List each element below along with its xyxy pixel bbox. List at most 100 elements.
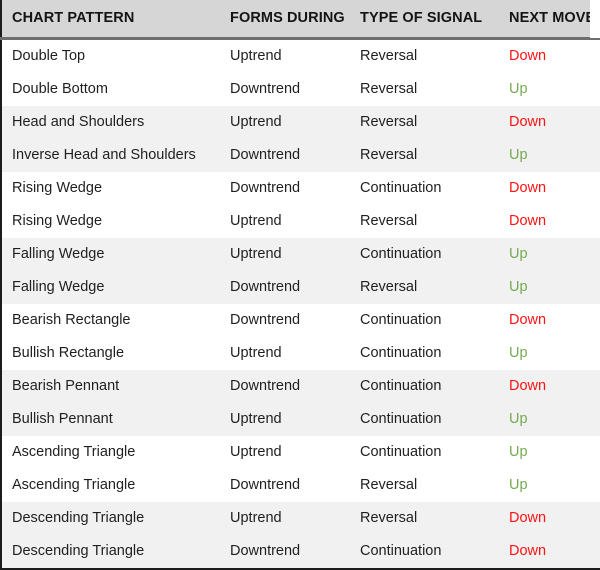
cell-type-of-signal: Reversal: [350, 38, 499, 73]
cell-chart-pattern-text: Rising Wedge: [12, 212, 103, 229]
table-row: Inverse Head and Shoulders Downtrend Rever…: [1, 138, 600, 172]
chart-pattern-table-container: CHART PATTERN FORMS DURING TYPE OF SIGNA…: [0, 0, 600, 570]
table-row: Descending Triangle Uptrend Reversal Down: [1, 501, 600, 535]
cell-chart-pattern: Double Bottom: [1, 73, 220, 106]
cell-type-of-signal-text: Reversal: [360, 146, 418, 163]
cell-type-of-signal: Continuation: [350, 535, 499, 569]
cell-type-of-signal: Reversal: [350, 271, 499, 304]
cell-chart-pattern: Double Top: [1, 38, 220, 73]
cell-next-move: Up: [499, 337, 600, 370]
cell-chart-pattern: Inverse Head and Shoulders: [1, 139, 220, 172]
next-move-up-label: Up: [509, 80, 528, 97]
cell-chart-pattern-text: Bullish Rectangle: [12, 344, 125, 361]
cell-type-of-signal: Reversal: [350, 139, 499, 172]
cell-forms-during: Uptrend: [220, 106, 350, 139]
table-row: Ascending Triangle Uptrend Continuation Up: [1, 435, 600, 469]
cell-forms-during-text: Downtrend: [230, 80, 301, 97]
cell-chart-pattern-text: Inverse Head and Shoulders: [12, 146, 196, 163]
cell-chart-pattern: Ascending Triangle: [1, 436, 220, 469]
table-row: Head and Shoulders Uptrend Reversal Down: [1, 105, 600, 139]
cell-chart-pattern: Descending Triangle: [1, 502, 220, 535]
cell-type-of-signal: Reversal: [350, 73, 499, 106]
cell-next-move: Down: [499, 106, 600, 139]
cell-chart-pattern-text: Descending Triangle: [12, 509, 145, 526]
table-row: Bearish Pennant Downtrend Continuation Down: [1, 369, 600, 403]
cell-type-of-signal: Reversal: [350, 502, 499, 535]
cell-next-move: Down: [499, 172, 600, 205]
cell-chart-pattern: Ascending Triangle: [1, 469, 220, 502]
next-move-down-label: Down: [509, 113, 547, 130]
cell-forms-during-text: Downtrend: [230, 476, 301, 493]
cell-chart-pattern: Bearish Pennant: [1, 370, 220, 403]
next-move-down-label: Down: [509, 311, 547, 328]
table-row: Bullish Pennant Uptrend Continuation Up: [1, 402, 600, 436]
cell-type-of-signal: Reversal: [350, 469, 499, 502]
next-move-down-label: Down: [509, 47, 547, 64]
cell-chart-pattern-text: Falling Wedge: [12, 278, 105, 295]
cell-type-of-signal-text: Continuation: [360, 245, 442, 262]
column-header-chart-pattern: CHART PATTERN: [1, 0, 220, 40]
next-move-down-label: Down: [509, 509, 547, 526]
cell-next-move: Up: [499, 139, 600, 172]
table-row: Descending Triangle Downtrend Continuation…: [1, 534, 600, 569]
cell-chart-pattern-text: Ascending Triangle: [12, 476, 136, 493]
table-row: Rising Wedge Downtrend Continuation Down: [1, 171, 600, 205]
column-header-next-move-label: NEXT MOVE: [509, 10, 596, 27]
cell-forms-during-text: Uptrend: [230, 509, 282, 526]
cell-chart-pattern: Rising Wedge: [1, 172, 220, 205]
table-row: Bullish Rectangle Uptrend Continuation Up: [1, 336, 600, 370]
cell-forms-during-text: Uptrend: [230, 47, 282, 64]
cell-type-of-signal-text: Continuation: [360, 410, 442, 427]
cell-forms-during: Downtrend: [220, 535, 350, 569]
chart-pattern-table: CHART PATTERN FORMS DURING TYPE OF SIGNA…: [0, 0, 600, 570]
cell-chart-pattern-text: Bearish Pennant: [12, 377, 120, 394]
cell-next-move: Up: [499, 73, 600, 106]
cell-chart-pattern: Falling Wedge: [1, 238, 220, 271]
cell-forms-during: Downtrend: [220, 469, 350, 502]
cell-chart-pattern: Falling Wedge: [1, 271, 220, 304]
cell-next-move: Up: [499, 271, 600, 304]
next-move-down-label: Down: [509, 542, 547, 559]
cell-next-move: Up: [499, 403, 600, 436]
cell-forms-during: Downtrend: [220, 271, 350, 304]
cell-forms-during: Uptrend: [220, 436, 350, 469]
table-row: Ascending Triangle Downtrend Reversal Up: [1, 468, 600, 502]
cell-next-move: Down: [499, 502, 600, 535]
table-header: CHART PATTERN FORMS DURING TYPE OF SIGNA…: [1, 0, 600, 40]
cell-forms-during: Uptrend: [220, 205, 350, 238]
cell-forms-during-text: Downtrend: [230, 311, 301, 328]
cell-forms-during: Uptrend: [220, 403, 350, 436]
table-row: Falling Wedge Downtrend Reversal Up: [1, 270, 600, 304]
cell-forms-during: Uptrend: [220, 238, 350, 271]
cell-chart-pattern-text: Falling Wedge: [12, 245, 105, 262]
cell-forms-during: Downtrend: [220, 139, 350, 172]
table-row: Double Top Uptrend Reversal Down: [1, 38, 600, 73]
next-move-down-label: Down: [509, 212, 547, 229]
cell-chart-pattern-text: Double Top: [12, 47, 86, 64]
cell-forms-during: Downtrend: [220, 73, 350, 106]
cell-type-of-signal-text: Reversal: [360, 80, 418, 97]
cell-next-move: Up: [499, 469, 600, 502]
cell-forms-during: Downtrend: [220, 370, 350, 403]
cell-type-of-signal: Continuation: [350, 337, 499, 370]
cell-chart-pattern: Head and Shoulders: [1, 106, 220, 139]
header-right-filler: [590, 0, 600, 38]
cell-type-of-signal-text: Reversal: [360, 212, 418, 229]
cell-type-of-signal-text: Reversal: [360, 278, 418, 295]
cell-chart-pattern-text: Bearish Rectangle: [12, 311, 131, 328]
cell-type-of-signal: Continuation: [350, 304, 499, 337]
cell-type-of-signal: Reversal: [350, 205, 499, 238]
cell-next-move: Down: [499, 535, 600, 569]
cell-type-of-signal-text: Continuation: [360, 311, 442, 328]
cell-forms-during: Uptrend: [220, 337, 350, 370]
cell-chart-pattern: Rising Wedge: [1, 205, 220, 238]
cell-forms-during-text: Downtrend: [230, 179, 301, 196]
cell-type-of-signal-text: Reversal: [360, 47, 418, 64]
column-header-forms-during-label: FORMS DURING: [230, 10, 345, 27]
table-row: Double Bottom Downtrend Reversal Up: [1, 72, 600, 106]
next-move-up-label: Up: [509, 344, 528, 361]
table-row: Bearish Rectangle Downtrend Continuation Do…: [1, 303, 600, 337]
cell-chart-pattern: Descending Triangle: [1, 535, 220, 569]
table-row: Rising Wedge Uptrend Reversal Down: [1, 204, 600, 238]
cell-type-of-signal-text: Continuation: [360, 377, 442, 394]
